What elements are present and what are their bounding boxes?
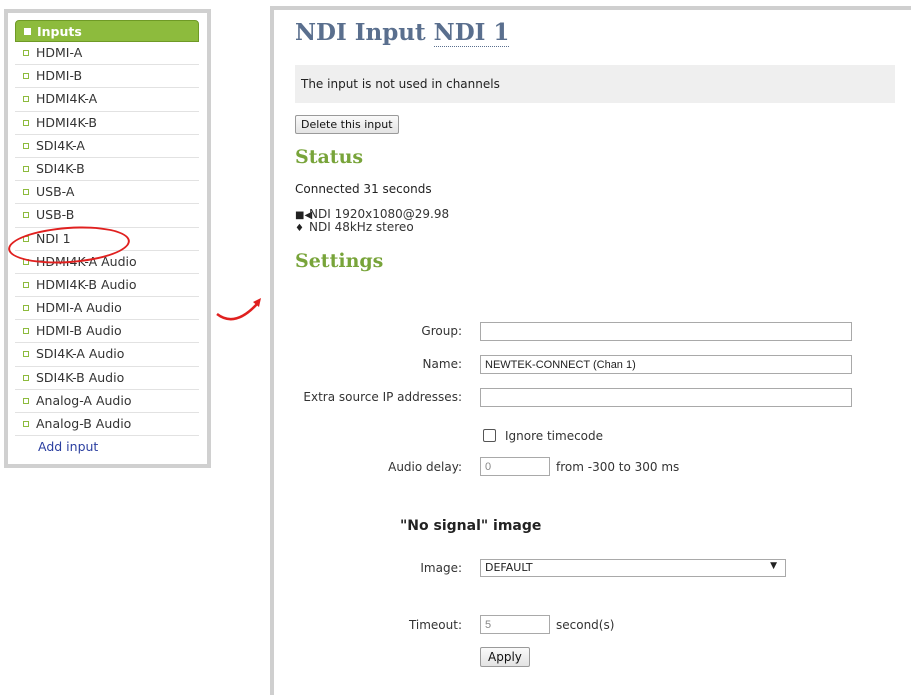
sidebar-header-inputs[interactable]: Inputs: [15, 20, 199, 42]
ignore-timecode-checkbox[interactable]: [483, 429, 496, 442]
group-label: Group:: [421, 324, 462, 338]
extra-ip-input[interactable]: [480, 388, 852, 407]
sidebar-item-label: SDI4K-A: [36, 137, 85, 153]
sidebar-item-label: Analog-A Audio: [36, 392, 132, 408]
timeout-input[interactable]: [480, 615, 550, 634]
sidebar-item[interactable]: HDMI-A Audio: [15, 297, 199, 321]
connection-status: Connected 31 seconds: [295, 182, 432, 196]
sidebar-header-label: Inputs: [37, 24, 82, 39]
microphone-icon: ♦: [295, 223, 304, 234]
name-label: Name:: [422, 357, 462, 371]
sidebar-item[interactable]: HDMI4K-A: [15, 88, 199, 112]
square-bullet-icon: [23, 397, 29, 404]
sidebar-item-label: HDMI-A Audio: [36, 300, 122, 316]
inputs-sidebar: Inputs HDMI-A HDMI-B HDMI4K-A HDMI4K-B SDI4K…: [4, 9, 211, 468]
sidebar-item[interactable]: HDMI4K-B: [15, 112, 199, 135]
sidebar-item-label: USB-B: [36, 207, 75, 223]
usage-notice: The input is not used in channels: [295, 65, 895, 103]
video-stream-text: NDI 1920x1080@29.98: [309, 207, 450, 221]
square-bullet-icon: [23, 351, 29, 358]
sidebar-item[interactable]: Analog-B Audio: [15, 413, 199, 437]
square-bullet-icon: [23, 189, 29, 196]
sidebar-item[interactable]: NDI 1: [15, 228, 199, 251]
sidebar-item[interactable]: USB-A: [15, 181, 199, 205]
image-select[interactable]: DEFAULT ▼: [480, 559, 786, 577]
image-select-value: DEFAULT: [485, 561, 533, 574]
sidebar-item-label: HDMI-B: [36, 68, 83, 84]
square-bullet-icon: [23, 96, 29, 103]
square-bullet-icon: [23, 73, 29, 80]
sidebar-item-label: SDI4K-B Audio: [36, 369, 125, 385]
audio-delay-range-hint: from -300 to 300 ms: [556, 460, 680, 474]
sidebar-item[interactable]: SDI4K-B: [15, 158, 199, 182]
sidebar-item-label: Analog-B Audio: [36, 416, 132, 431]
square-bullet-icon: [23, 374, 29, 381]
sidebar-item[interactable]: USB-B: [15, 204, 199, 228]
sidebar-item-label: HDMI-B Audio: [36, 323, 122, 339]
sidebar-item-label: HDMI4K-B Audio: [36, 276, 137, 292]
audio-delay-label: Audio delay:: [388, 460, 462, 474]
square-bullet-icon: [23, 258, 29, 265]
page-title-prefix: NDI Input: [295, 19, 426, 46]
sidebar-item[interactable]: SDI4K-A Audio: [15, 343, 199, 367]
sidebar-item[interactable]: Analog-A Audio: [15, 390, 199, 413]
sidebar-item[interactable]: HDMI4K-B Audio: [15, 274, 199, 298]
curved-arrow-annotation: [216, 298, 261, 321]
sidebar-item-label: SDI4K-A Audio: [36, 346, 125, 362]
sidebar-item-label: HDMI4K-B: [36, 114, 97, 130]
delete-input-button[interactable]: Delete this input: [295, 115, 399, 134]
sidebar-item-label: HDMI4K-A: [36, 91, 98, 107]
group-input[interactable]: [480, 322, 852, 341]
timeout-label: Timeout:: [408, 618, 462, 632]
square-bullet-icon: [23, 328, 29, 335]
image-label: Image:: [420, 561, 462, 575]
square-bullet-icon: [23, 50, 29, 56]
input-name-link[interactable]: NDI 1: [433, 19, 510, 47]
audio-delay-input[interactable]: [480, 457, 550, 476]
ignore-timecode-label: Ignore timecode: [505, 429, 604, 443]
sidebar-item-label: HDMI4K-A Audio: [36, 253, 137, 269]
square-bullet-icon: [23, 281, 29, 288]
audio-stream-info: ♦ NDI 48kHz stereo: [295, 220, 911, 235]
square-bullet-icon: [23, 119, 29, 126]
sidebar-item-label: USB-A: [36, 184, 75, 200]
square-bullet-icon: [23, 165, 29, 172]
apply-button[interactable]: Apply: [480, 647, 530, 667]
square-bullet-icon: [24, 28, 31, 35]
square-bullet-icon: [23, 305, 29, 312]
add-input-link[interactable]: Add input: [15, 436, 199, 459]
sidebar-item-label: HDMI-A: [36, 45, 83, 60]
sidebar-item[interactable]: SDI4K-A: [15, 135, 199, 158]
dropdown-caret-icon: ▼: [770, 561, 777, 571]
square-bullet-icon: [23, 421, 29, 427]
sidebar-item[interactable]: HDMI-A: [15, 42, 199, 66]
timeout-unit: second(s): [556, 618, 615, 632]
sidebar-item-label: SDI4K-B: [36, 160, 85, 176]
audio-stream-text: NDI 48kHz stereo: [309, 220, 414, 234]
sidebar-item[interactable]: HDMI4K-A Audio: [15, 251, 199, 274]
extra-ip-label: Extra source IP addresses:: [303, 390, 462, 404]
no-signal-heading: "No signal" image: [400, 518, 542, 534]
sidebar-list: HDMI-A HDMI-B HDMI4K-A HDMI4K-B SDI4K-A SDI4K…: [15, 42, 199, 437]
square-bullet-icon: [23, 235, 29, 242]
page-title: NDI Input NDI 1: [295, 19, 911, 51]
settings-heading: Settings: [295, 250, 384, 272]
status-heading: Status: [295, 146, 364, 168]
input-detail-panel: NDI Input NDI 1 The input is not used in…: [270, 6, 911, 695]
name-input[interactable]: [480, 355, 852, 374]
square-bullet-icon: [23, 142, 29, 149]
sidebar-item[interactable]: SDI4K-B Audio: [15, 367, 199, 390]
sidebar-item-label: NDI 1: [36, 230, 71, 246]
sidebar-item[interactable]: HDMI-B: [15, 65, 199, 89]
square-bullet-icon: [23, 212, 29, 219]
sidebar-item[interactable]: HDMI-B Audio: [15, 320, 199, 344]
